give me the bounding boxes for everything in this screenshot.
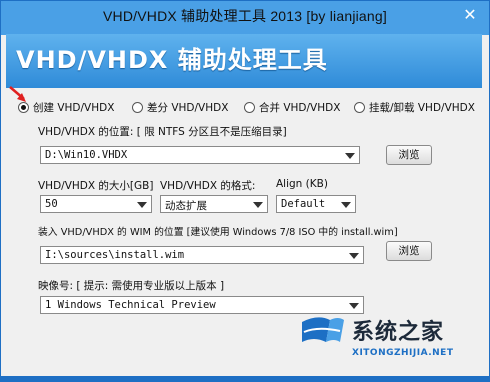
vhd-browse-button[interactable]: 浏览 bbox=[386, 145, 432, 165]
format-label: VHD/VHDX 的格式: bbox=[160, 180, 256, 192]
mode-mount[interactable]: 挂载/卸载 VHD/VHDX bbox=[354, 98, 475, 116]
windows-logo-icon bbox=[302, 317, 344, 342]
app-banner: VHD/VHDX 辅助处理工具 bbox=[6, 34, 482, 88]
radio-merge[interactable] bbox=[244, 101, 255, 113]
align-label: Align (KB) bbox=[276, 178, 328, 190]
radio-diff[interactable] bbox=[132, 101, 143, 113]
bottom-border bbox=[0, 376, 490, 382]
chevron-down-icon bbox=[253, 202, 263, 208]
size-label: VHD/VHDX 的大小[GB] bbox=[38, 180, 154, 192]
wim-browse-button[interactable]: 浏览 bbox=[386, 241, 432, 261]
mode-create-label: 创建 VHD/VHDX bbox=[33, 101, 115, 114]
image-index-value: 1 Windows Technical Preview bbox=[45, 299, 216, 311]
size-value: 50 bbox=[45, 198, 58, 210]
mode-merge-label: 合并 VHD/VHDX bbox=[259, 101, 341, 114]
vhd-location-value: D:\Win10.VHDX bbox=[45, 149, 128, 161]
mode-diff-label: 差分 VHD/VHDX bbox=[147, 101, 229, 114]
watermark-url: XITONGZHIJIA.NET bbox=[352, 348, 454, 358]
watermark: 系统之家 XITONGZHIJIA.NET bbox=[296, 304, 486, 378]
chevron-down-icon bbox=[349, 253, 359, 259]
chevron-down-icon bbox=[137, 202, 147, 208]
watermark-text: 系统之家 bbox=[352, 320, 445, 345]
vhd-location-select[interactable]: D:\Win10.VHDX bbox=[40, 146, 360, 164]
window-title: VHD/VHDX 辅助处理工具 2013 [by lianjiang] bbox=[103, 8, 387, 24]
title-bar[interactable]: VHD/VHDX 辅助处理工具 2013 [by lianjiang] ✕ bbox=[1, 1, 489, 35]
mode-merge[interactable]: 合并 VHD/VHDX bbox=[244, 98, 340, 116]
banner-title: VHD/VHDX 辅助处理工具 bbox=[16, 46, 328, 74]
radio-create[interactable] bbox=[18, 101, 29, 113]
image-index-label: 映像号: [ 提示: 需使用专业版以上版本 ] bbox=[38, 280, 225, 292]
wim-location-value: I:\sources\install.wim bbox=[45, 249, 185, 261]
size-select[interactable]: 50 bbox=[40, 195, 152, 213]
chevron-down-icon bbox=[341, 202, 351, 208]
mode-diff[interactable]: 差分 VHD/VHDX bbox=[132, 98, 228, 116]
wim-location-select[interactable]: I:\sources\install.wim bbox=[40, 246, 364, 264]
radio-mount[interactable] bbox=[354, 101, 365, 113]
mode-mount-label: 挂载/卸载 VHD/VHDX bbox=[369, 101, 475, 114]
chevron-down-icon bbox=[345, 153, 355, 159]
align-value: Default bbox=[281, 198, 326, 210]
align-select[interactable]: Default bbox=[276, 195, 356, 213]
mode-create[interactable]: 创建 VHD/VHDX bbox=[18, 98, 114, 116]
format-select[interactable]: 动态扩展 bbox=[160, 195, 268, 213]
format-value: 动态扩展 bbox=[165, 200, 207, 212]
vhd-location-label: VHD/VHDX 的位置: [ 限 NTFS 分区且不是压缩目录] bbox=[38, 126, 287, 138]
close-icon[interactable]: ✕ bbox=[459, 5, 481, 25]
wim-location-label: 装入 VHD/VHDX 的 WIM 的位置 [建议使用 Windows 7/8 … bbox=[38, 227, 398, 238]
